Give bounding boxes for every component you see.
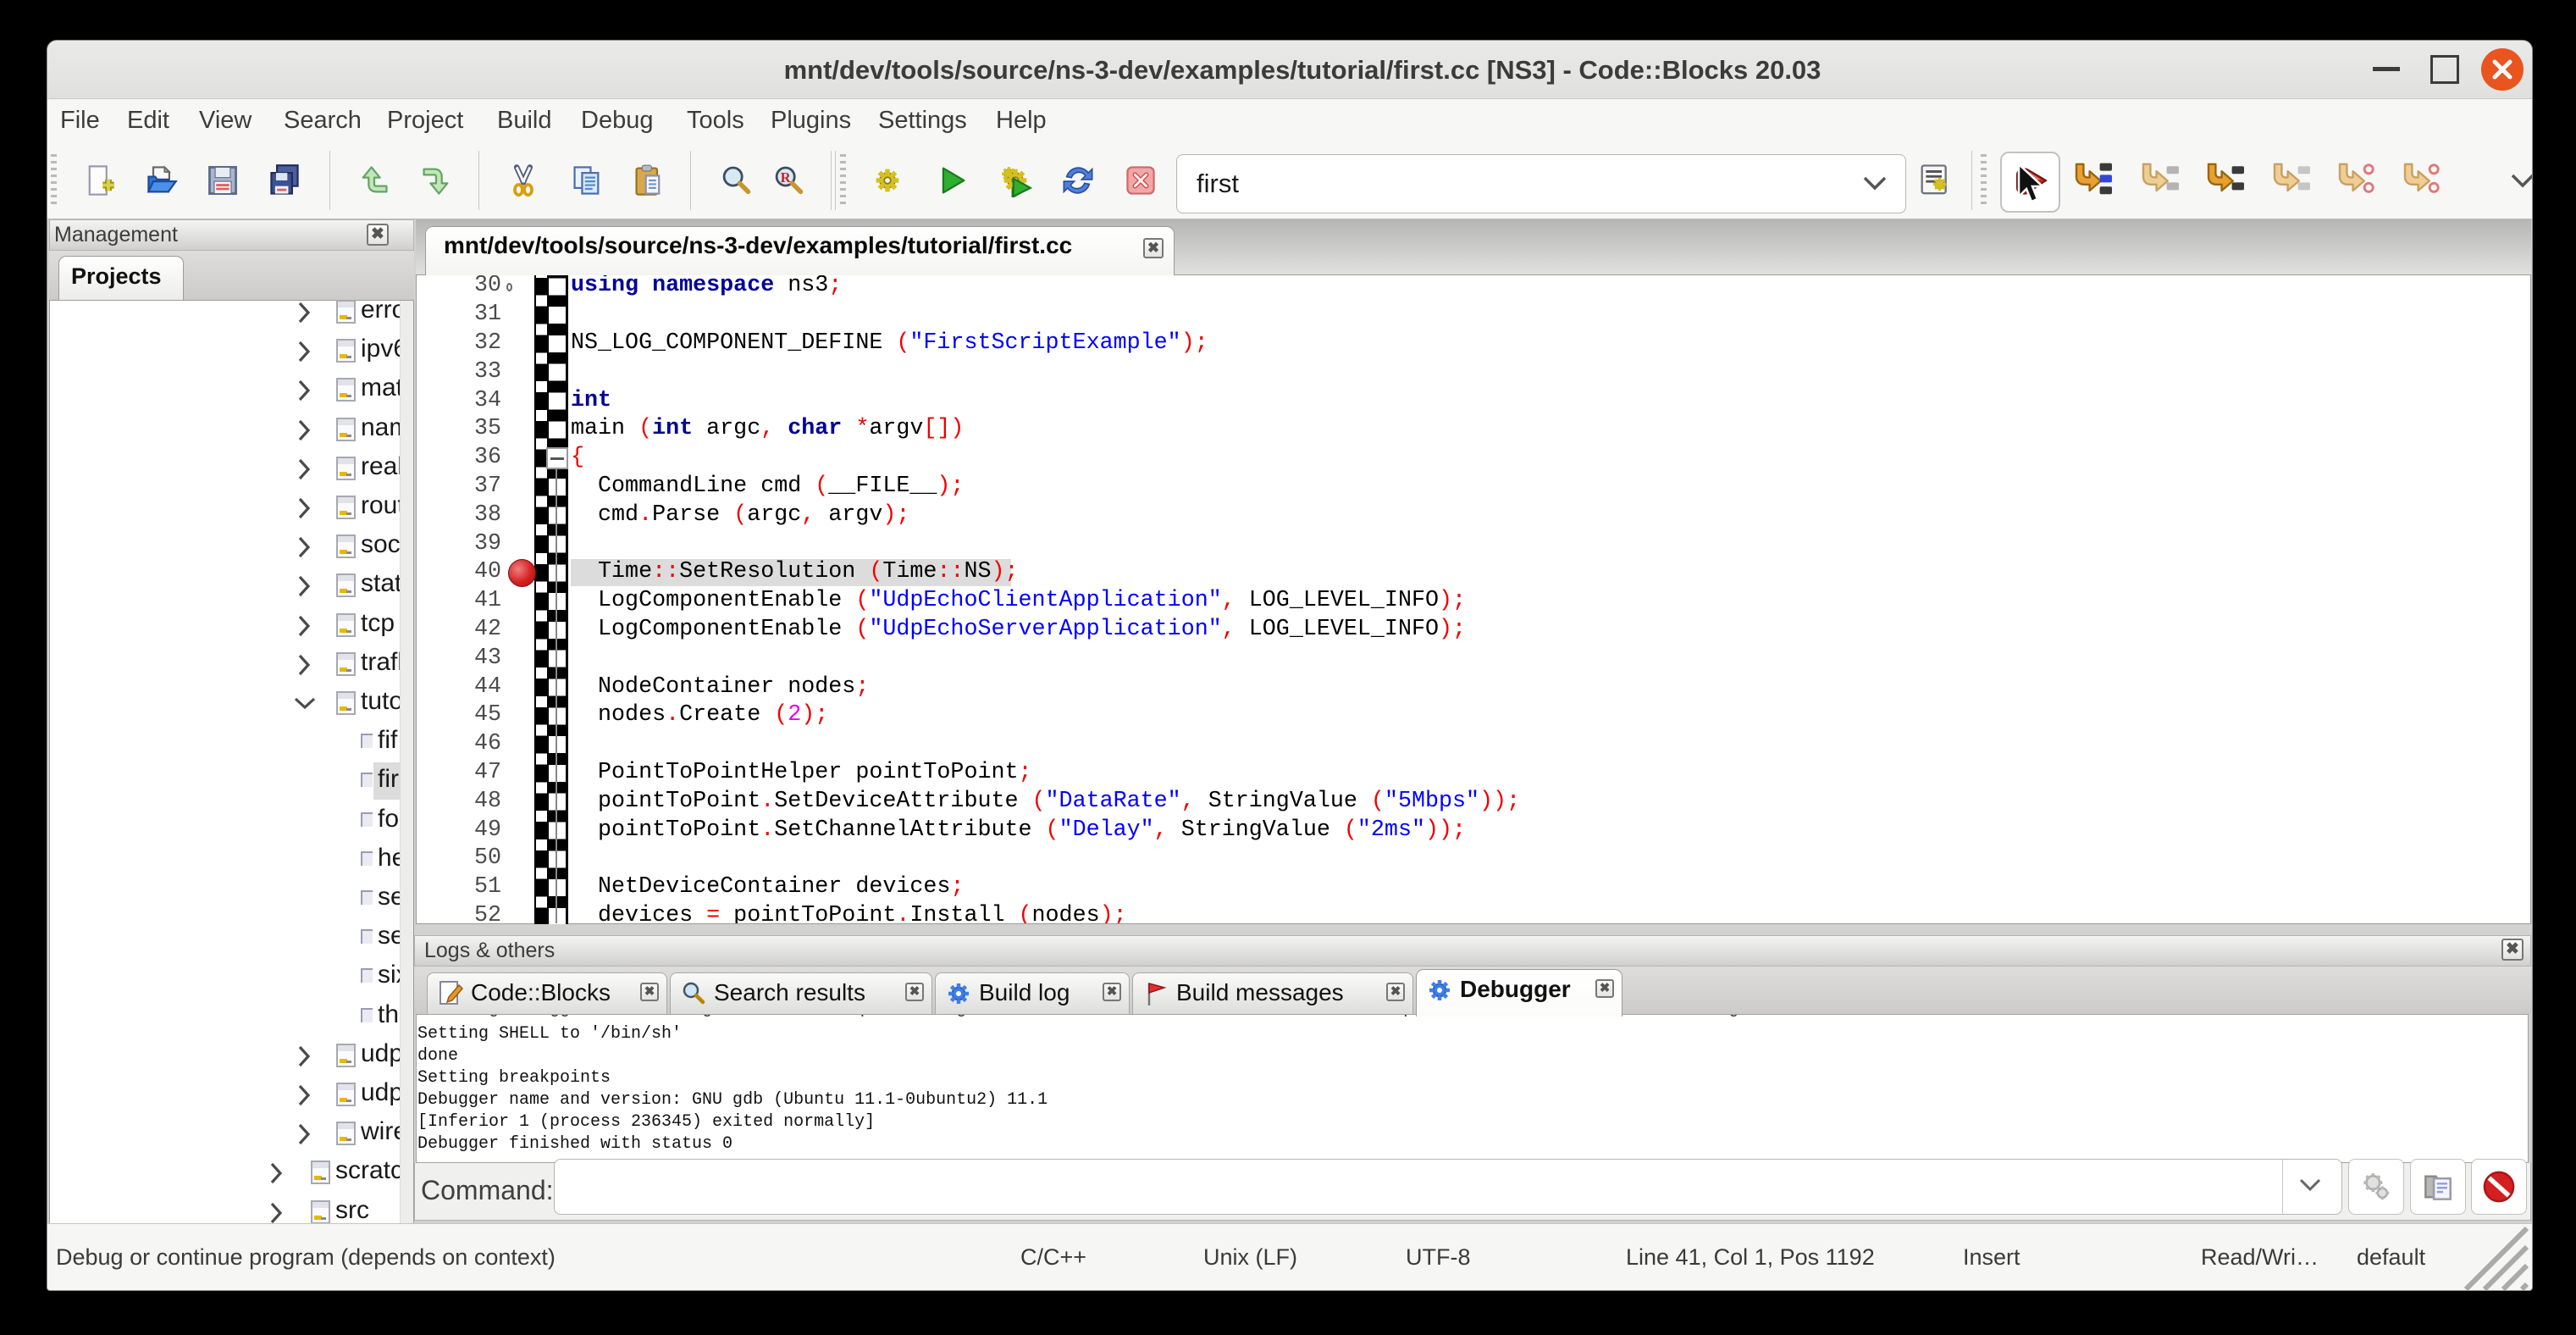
svg-text:R: R: [781, 169, 792, 186]
